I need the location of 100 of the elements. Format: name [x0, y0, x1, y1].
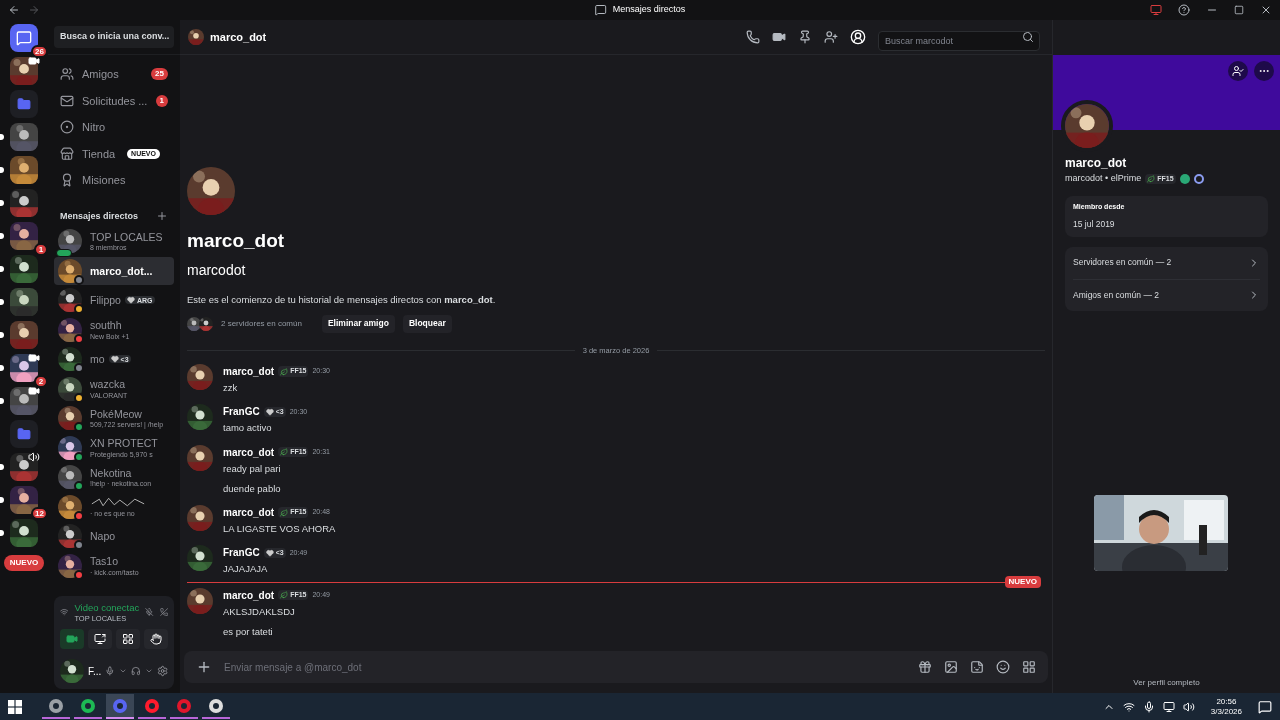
- message-text: zzk: [223, 381, 239, 395]
- dm-name: Filippo: [90, 295, 121, 306]
- screen-share-icon: [94, 633, 106, 645]
- dm-name: PokéMeow: [90, 408, 142, 419]
- message-field[interactable]: Enviar mensaje a @marco_dot: [224, 659, 906, 675]
- view-profile-link[interactable]: Ver perfil completo: [1133, 677, 1200, 689]
- leaf-icon: [280, 367, 289, 376]
- activities-button[interactable]: [116, 629, 140, 649]
- video-icon: [66, 633, 78, 645]
- server-icon[interactable]: [10, 255, 38, 283]
- nav-item[interactable]: Solicitudes ... 1: [54, 87, 174, 114]
- profile-icon[interactable]: [850, 29, 866, 45]
- mutual-label: Amigos en común — 2: [1073, 288, 1159, 302]
- add-icon[interactable]: [196, 659, 212, 675]
- nav-item[interactable]: Amigos 25: [54, 61, 174, 88]
- badge-icon: [1193, 173, 1204, 184]
- message-author: marco_dot: [223, 506, 275, 520]
- server-icon[interactable]: [10, 519, 38, 547]
- count-badge: 12: [31, 507, 48, 520]
- member-date: 15 jul 2019: [1073, 218, 1116, 231]
- badge-icon: [1179, 173, 1190, 184]
- mail-icon: [60, 93, 74, 108]
- message-text: es por tateti: [223, 624, 274, 639]
- mic-icon[interactable]: [105, 665, 115, 677]
- server-icon[interactable]: [10, 387, 38, 415]
- dm-name: TOP LOCALES: [90, 231, 163, 242]
- leaf-icon: [280, 448, 289, 456]
- pin-icon[interactable]: [798, 30, 812, 44]
- friend-button[interactable]: [1228, 61, 1248, 81]
- chat-title: marco_dot: [210, 29, 267, 45]
- chat-logo-icon: [16, 30, 32, 46]
- mutual-row[interactable]: Amigos en común — 2: [1073, 278, 1260, 311]
- nitro-icon: [60, 120, 74, 135]
- mic-icon: [1142, 700, 1155, 713]
- taskbar-app[interactable]: [106, 694, 134, 719]
- soundboard-button[interactable]: [144, 629, 168, 649]
- action-button[interactable]: Bloquear: [402, 314, 452, 333]
- heart-icon: [265, 407, 274, 416]
- sticker-icon: [970, 660, 984, 674]
- server-icon[interactable]: [10, 222, 38, 250]
- close-icon[interactable]: [1260, 4, 1272, 16]
- server-folder[interactable]: [10, 90, 38, 118]
- mutual-row[interactable]: Servidores en común — 2: [1073, 246, 1260, 279]
- user-name: F...: [88, 664, 102, 679]
- count-badge: 2: [34, 375, 48, 388]
- hand-icon: [150, 633, 162, 645]
- monitor-icon[interactable]: [1150, 4, 1162, 16]
- nav-label: Amigos: [82, 67, 119, 82]
- video-icon: [28, 352, 40, 364]
- heart-icon: [265, 548, 274, 557]
- server-icon[interactable]: [10, 156, 38, 184]
- message-composer[interactable]: Enviar mensaje a @marco_dot: [184, 651, 1048, 683]
- server-icon[interactable]: [10, 354, 38, 382]
- headphones-icon[interactable]: [131, 665, 141, 677]
- search-icon: [1022, 31, 1034, 43]
- server-folder[interactable]: [10, 420, 38, 448]
- dm-name: wazcka: [90, 379, 125, 390]
- message-author: marco_dot: [223, 445, 275, 460]
- friends-icon: [60, 67, 74, 82]
- dm-item[interactable]: Napo: [54, 522, 174, 551]
- nav-item[interactable]: Misiones: [54, 167, 174, 194]
- leaf-icon: [280, 591, 289, 599]
- start-icon[interactable]: [8, 699, 22, 714]
- add-icon[interactable]: [156, 210, 168, 223]
- dm-name: XN PROTECT: [90, 438, 158, 449]
- action-button[interactable]: Eliminar amigo: [321, 314, 395, 333]
- maximize-icon[interactable]: [1234, 5, 1244, 15]
- store-icon: [60, 146, 74, 161]
- help-icon[interactable]: [1178, 4, 1190, 16]
- profile-handle: marcodot • elPrime: [1065, 172, 1142, 185]
- monitor-icon: [1162, 700, 1175, 713]
- search-field[interactable]: Buscar marcodot: [878, 31, 1040, 51]
- dm-item[interactable]: marco_dot...: [54, 256, 174, 285]
- dm-name: Tas1o: [90, 556, 119, 567]
- server-icon[interactable]: [10, 57, 38, 85]
- add-user-icon[interactable]: [824, 30, 838, 44]
- video-icon[interactable]: [772, 30, 786, 44]
- dm-name: Napo: [90, 531, 116, 542]
- nav-item[interactable]: Nitro: [54, 114, 174, 141]
- back-icon[interactable]: [8, 4, 20, 16]
- screen-share-button[interactable]: [88, 629, 112, 649]
- new-pill[interactable]: NUEVO: [3, 555, 45, 571]
- speaker-icon: [28, 451, 40, 463]
- server-icon[interactable]: [10, 189, 38, 217]
- more-button[interactable]: [1254, 61, 1274, 81]
- message-text: AKLSJDAKLSDJ: [223, 604, 296, 619]
- call-icon[interactable]: [746, 30, 760, 44]
- server-icon[interactable]: [10, 453, 38, 481]
- server-icon[interactable]: [10, 321, 38, 349]
- message-author: FranGC: [223, 405, 260, 420]
- message-text: ready pal pari: [223, 461, 282, 476]
- emoji-icon: [996, 660, 1010, 674]
- leaf-icon: [1147, 174, 1156, 183]
- server-icon[interactable]: [10, 123, 38, 151]
- server-icon[interactable]: [10, 288, 38, 316]
- search-button[interactable]: Busca o inicia una conv...: [54, 26, 174, 48]
- settings-icon[interactable]: [156, 664, 168, 678]
- dm-name: southh: [90, 320, 122, 331]
- notification-icon[interactable]: [1258, 699, 1272, 714]
- camera-button[interactable]: [60, 629, 84, 649]
